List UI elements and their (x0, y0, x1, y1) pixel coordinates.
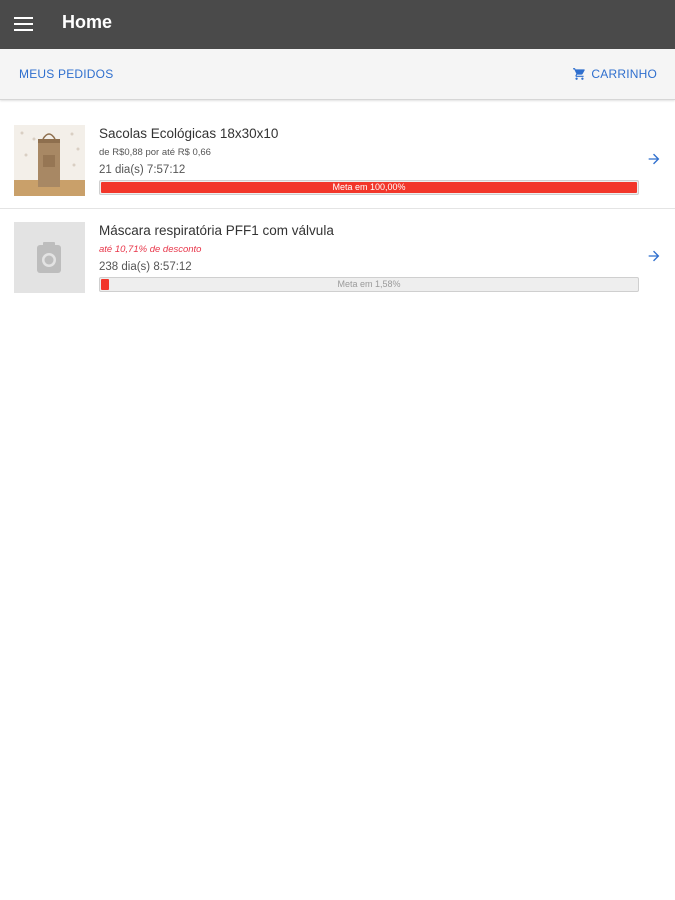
page-title: Home (62, 12, 113, 32)
product-title: Sacolas Ecológicas 18x30x10 (99, 126, 279, 141)
app-bar: Home (0, 0, 675, 49)
progress-label: Meta em 1,58% (337, 279, 401, 289)
price-text: de R$0,88 por até R$ 0,66 (99, 147, 211, 158)
action-bar: MEUS PEDIDOS CARRINHO (0, 49, 675, 100)
cart-icon (573, 68, 586, 80)
time-remaining: 238 dia(s) 8:57:12 (99, 261, 192, 273)
arrow-right-icon[interactable] (646, 248, 662, 264)
goal-progress-bar: Meta em 1,58% (99, 277, 639, 292)
product-title: Máscara respiratória PFF1 com válvula (99, 223, 334, 238)
menu-icon[interactable] (14, 16, 34, 32)
bag-photo (14, 125, 85, 196)
camera-placeholder-icon (14, 222, 85, 293)
cart-label: CARRINHO (591, 67, 657, 81)
list-item[interactable]: Sacolas Ecológicas 18x30x10 de R$0,88 po… (0, 112, 675, 209)
arrow-right-icon[interactable] (646, 151, 662, 167)
product-thumbnail (14, 125, 85, 196)
cart-button[interactable]: CARRINHO (572, 66, 657, 82)
my-orders-button[interactable]: MEUS PEDIDOS (19, 66, 113, 82)
product-thumbnail (14, 222, 85, 293)
discount-text: até 10,71% de desconto (99, 244, 202, 255)
list-item[interactable]: Máscara respiratória PFF1 com válvula at… (0, 209, 675, 306)
product-list: Sacolas Ecológicas 18x30x10 de R$0,88 po… (0, 112, 675, 306)
goal-progress-bar: Meta em 100,00% (99, 180, 639, 195)
time-remaining: 21 dia(s) 7:57:12 (99, 164, 186, 176)
progress-label: Meta em 100,00% (332, 182, 406, 192)
